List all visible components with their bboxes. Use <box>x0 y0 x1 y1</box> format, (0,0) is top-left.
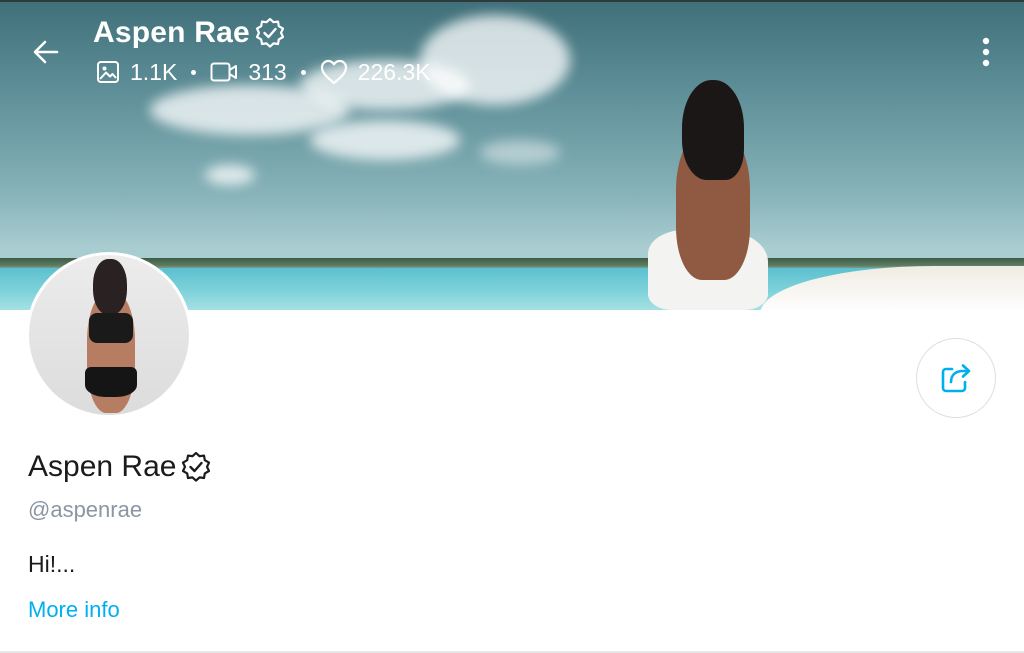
avatar-figure-bottom <box>85 367 137 397</box>
cover-person <box>648 80 768 310</box>
arrow-left-icon <box>33 40 59 64</box>
separator-dot <box>300 69 306 75</box>
likes-count: 226.3K <box>357 58 431 85</box>
profile-name-row: Aspen Rae <box>28 447 212 487</box>
cloud <box>205 165 255 185</box>
share-button[interactable] <box>916 338 996 418</box>
header-stats: 1.1K 313 226.3K <box>96 57 431 87</box>
photos-stat[interactable]: 1.1K <box>96 59 177 86</box>
separator-dot <box>191 69 197 75</box>
share-icon <box>941 364 971 393</box>
videos-stat[interactable]: 313 <box>210 58 287 86</box>
cloud <box>480 140 560 165</box>
cloud <box>420 15 570 105</box>
back-button[interactable] <box>24 30 68 74</box>
image-icon <box>97 61 119 83</box>
profile-name: Aspen Rae <box>28 450 177 483</box>
vertical-dots-icon <box>982 37 990 67</box>
photos-count: 1.1K <box>130 58 178 85</box>
avatar-figure-hair <box>93 259 127 315</box>
more-info-link[interactable]: More info <box>28 597 120 623</box>
avatar[interactable] <box>26 252 192 418</box>
videos-count: 313 <box>248 58 287 85</box>
heart-icon <box>320 59 347 85</box>
avatar-image <box>29 255 189 415</box>
video-camera-icon <box>210 62 238 82</box>
person-hair <box>682 80 744 180</box>
profile-handle: @aspenrae <box>28 497 143 522</box>
profile-bio: Hi!... <box>28 551 76 577</box>
verified-badge-icon <box>182 451 211 482</box>
more-options-button[interactable] <box>966 30 1006 74</box>
verified-badge-icon <box>255 17 284 48</box>
avatar-figure-top <box>89 313 133 343</box>
likes-stat: 226.3K <box>320 59 431 86</box>
top-divider <box>0 0 1024 2</box>
cloud <box>310 120 460 160</box>
header-name: Aspen Rae <box>93 16 250 49</box>
header-title: Aspen Rae <box>93 14 286 52</box>
